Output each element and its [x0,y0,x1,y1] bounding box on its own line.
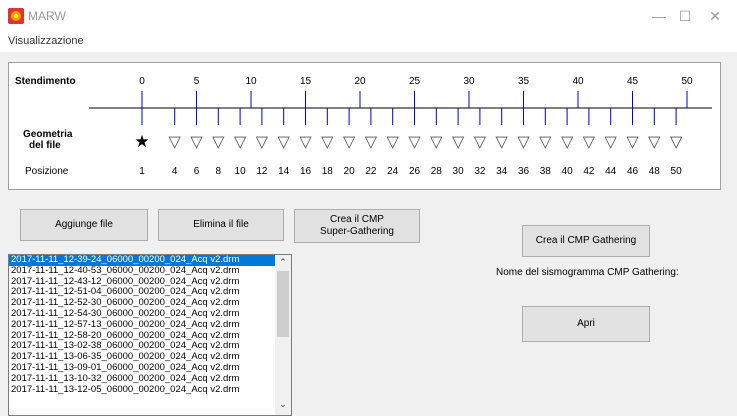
receiver-triangle-icon: ▽ [321,132,334,151]
scale-tick-label: 35 [518,76,530,87]
list-scrollbar[interactable]: ⌃ ⌄ [275,255,291,415]
position-label: 48 [649,166,661,177]
posizione-label: Posizione [25,166,69,177]
position-label: 4 [172,166,178,177]
position-label: 24 [387,166,399,177]
geometria-label-line2: del file [29,140,61,151]
file-rows: 2017-11-11_12-39-24_06000_00200_024_Acq … [9,255,291,395]
list-item[interactable]: 2017-11-11_12-40-53_06000_00200_024_Acq … [9,265,291,277]
receiver-triangle-icon: ▽ [583,132,596,151]
receiver-triangle-icon: ▽ [190,132,203,151]
position-label: 8 [216,166,222,177]
receiver-triangle-icon: ▽ [648,132,661,151]
position-label: 12 [256,166,268,177]
close-button[interactable]: ✕ [700,4,730,28]
receiver-triangle-icon: ▽ [561,132,574,151]
position-label: 6 [194,166,200,177]
maximize-button[interactable]: ☐ [670,4,700,28]
window-title: MARW [28,9,66,23]
cmp-name-label: Nome del sismogramma CMP Gathering: [496,267,679,278]
scale-tick-label: 0 [139,76,145,87]
receiver-triangle-icon: ▽ [299,132,312,151]
position-label: 28 [431,166,443,177]
receiver-triangle-icon: ▽ [517,132,530,151]
position-label: 22 [365,166,377,177]
position-label: 10 [235,166,247,177]
geometria-label-line1: Geometria [23,129,73,140]
add-file-button[interactable]: Aggiunge file [20,209,148,241]
position-label: 46 [627,166,639,177]
delete-file-button[interactable]: Elimina il file [158,209,284,241]
position-label: 34 [496,166,508,177]
list-item[interactable]: 2017-11-11_13-10-32_06000_00200_024_Acq … [9,373,291,385]
receiver-triangle-icon: ▽ [365,132,378,151]
title-bar: MARW — ☐ ✕ [0,0,737,32]
position-label: 20 [344,166,356,177]
app-icon [8,8,24,24]
receiver-triangle-icon: ▽ [670,132,683,151]
receiver-triangle-icon: ▽ [539,132,552,151]
create-cmp-gathering-button[interactable]: Crea il CMP Gathering [522,225,650,257]
receiver-triangle-icon: ▽ [626,132,639,151]
receiver-triangle-icon: ▽ [496,132,509,151]
scale-tick-label: 50 [681,76,693,87]
source-star-icon: ★ [134,132,149,152]
receiver-triangle-icon: ▽ [234,132,247,151]
receiver-triangle-icon: ▽ [474,132,487,151]
menu-visualizzazione[interactable]: Visualizzazione [8,35,84,47]
scale-tick-label: 40 [572,76,584,87]
scale-tick-label: 10 [245,76,257,87]
position-labels: 1 4 6 8 10 12 14 16 18 20 22 24 26 28 30 32 34 36 38 40 42 44… [139,166,682,177]
position-label: 38 [540,166,552,177]
create-super-gathering-button[interactable]: Crea il CMP Super-Gathering [294,209,420,243]
super-gathering-label-line2: Super-Gathering [320,226,394,237]
geometry-panel: Stendimento Geometria del file Posizione… [8,62,721,190]
receiver-triangle-icon: ▽ [256,132,269,151]
receiver-triangle-icon: ▽ [430,132,443,151]
receiver-triangle-icon: ▽ [343,132,356,151]
receivers: ★ ▽ ▽ ▽ ▽ ▽ ▽ ▽ ▽ ▽ ▽ ▽ ▽ ▽ ▽ ▽ ▽ ▽ ▽ ▽ ▽ ▽ ▽ ▽ ▽ [134,108,683,152]
super-gathering-label-line1: Crea il CMP [330,214,384,225]
scroll-thumb[interactable] [277,271,289,337]
geometry-diagram: Stendimento Geometria del file Posizione… [15,76,712,177]
scale-tick-label: 20 [354,76,366,87]
open-button[interactable]: Apri [522,306,650,342]
receiver-triangle-icon: ▽ [278,132,291,151]
file-list[interactable]: 2017-11-11_12-39-24_06000_00200_024_Acq … [8,254,292,416]
receiver-triangle-icon: ▽ [452,132,465,151]
position-label: 30 [453,166,465,177]
scroll-up-icon[interactable]: ⌃ [275,257,291,271]
position-label: 14 [278,166,290,177]
position-label: 36 [518,166,530,177]
scale-tick-label: 45 [627,76,639,87]
position-label: 26 [409,166,421,177]
receiver-triangle-icon: ▽ [605,132,618,151]
receiver-triangle-icon: ▽ [387,132,400,151]
position-label: 40 [562,166,574,177]
scale-tick-label: 30 [463,76,475,87]
receiver-triangle-icon: ▽ [408,132,421,151]
scale-ticks: 0 5 10 15 20 25 30 35 40 45 50 [139,76,693,108]
scale-tick-label: 15 [300,76,312,87]
position-label: 32 [474,166,486,177]
list-item[interactable]: 2017-11-11_13-12-05_06000_00200_024_Acq … [9,384,291,396]
position-label: 44 [605,166,617,177]
position-label: 50 [671,166,683,177]
stendimento-label: Stendimento [15,76,76,87]
scale-tick-label: 25 [409,76,421,87]
menu-bar: Visualizzazione [0,32,737,52]
list-item[interactable]: 2017-11-11_12-57-13_06000_00200_024_Acq … [9,319,291,331]
scroll-down-icon[interactable]: ⌄ [275,399,291,413]
position-label: 18 [322,166,334,177]
receiver-triangle-icon: ▽ [169,132,182,151]
client-area: Stendimento Geometria del file Posizione… [0,52,737,416]
position-label: 16 [300,166,312,177]
scale-tick-label: 5 [194,76,200,87]
position-label: 42 [583,166,595,177]
position-label: 1 [139,166,145,177]
receiver-triangle-icon: ▽ [212,132,225,151]
